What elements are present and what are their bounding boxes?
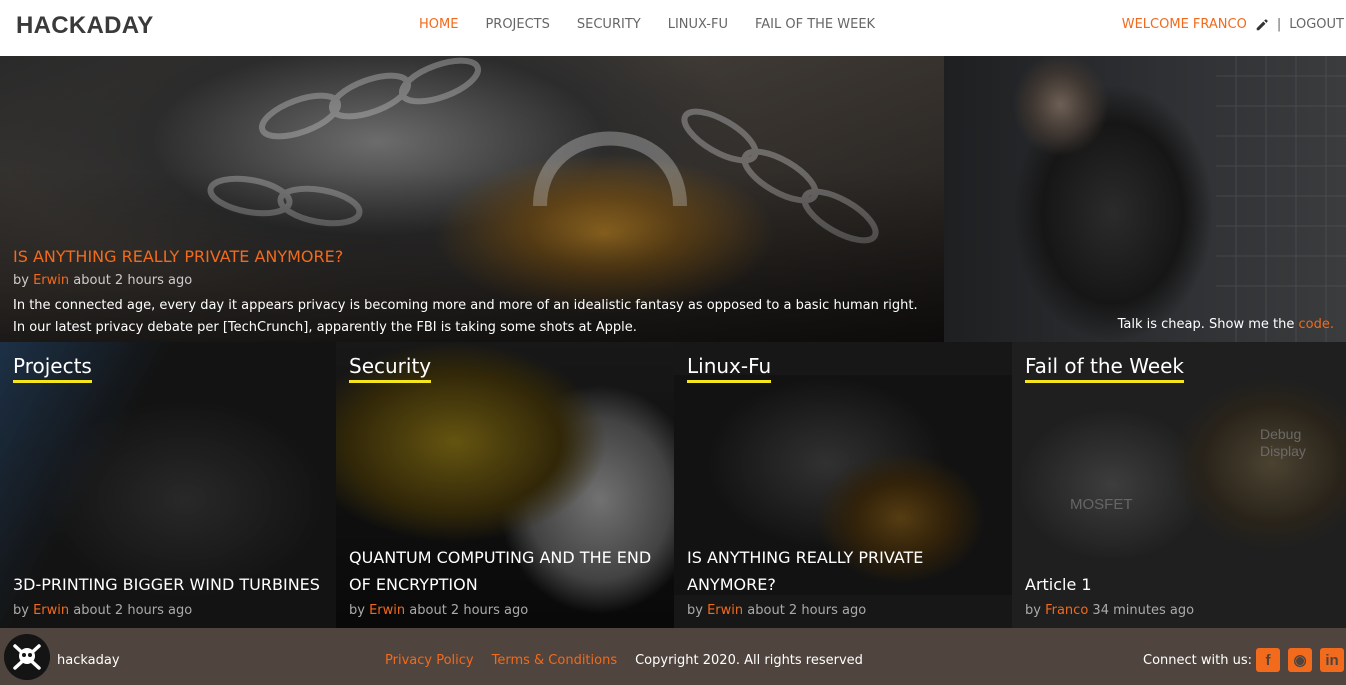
social-links: f ◉ in	[1256, 648, 1344, 672]
hero-author[interactable]: Erwin	[33, 273, 69, 288]
hero-excerpt: In the connected age, every day it appea…	[13, 295, 953, 339]
card-time: about 2 hours ago	[747, 603, 867, 618]
nav-projects[interactable]: PROJECTS	[485, 17, 549, 32]
card-author[interactable]: Franco	[1045, 603, 1088, 618]
card-security[interactable]: Security QUANTUM COMPUTING AND THE END O…	[336, 342, 674, 628]
card-byline: by Erwin about 2 hours ago	[13, 603, 192, 618]
card-title[interactable]: 3D-PRINTING BIGGER WIND TURBINES	[13, 571, 328, 598]
facebook-icon[interactable]: f	[1256, 648, 1280, 672]
hero-time: about 2 hours ago	[73, 273, 193, 288]
card-byline: by Erwin about 2 hours ago	[349, 603, 528, 618]
card-author[interactable]: Erwin	[707, 603, 743, 618]
card-time: about 2 hours ago	[73, 603, 193, 618]
nav-home[interactable]: HOME	[419, 17, 458, 32]
github-icon[interactable]: ◉	[1288, 648, 1312, 672]
hero-excerpt-line-1: In the connected age, every day it appea…	[13, 298, 918, 313]
card-time: about 2 hours ago	[409, 603, 529, 618]
welcome-user[interactable]: WELCOME FRANCO	[1122, 17, 1247, 32]
site-logo[interactable]: HACKADAY	[16, 12, 154, 40]
skull-crossbones-icon[interactable]	[4, 634, 50, 680]
card-category[interactable]: Fail of the Week	[1025, 354, 1185, 383]
terms-link[interactable]: Terms & Conditions	[492, 653, 618, 668]
connect-label: Connect with us:	[1143, 653, 1252, 668]
nav-fail-of-the-week[interactable]: FAIL OF THE WEEK	[755, 17, 875, 32]
logout-link[interactable]: LOGOUT	[1289, 17, 1344, 32]
card-fail-of-the-week[interactable]: MOSFET Debug Display Fail of the Week Ar…	[1012, 342, 1346, 628]
footer-site-name[interactable]: hackaday	[57, 653, 120, 668]
copyright-text: Copyright 2020. All rights reserved	[635, 653, 863, 668]
card-title[interactable]: QUANTUM COMPUTING AND THE END OF ENCRYPT…	[349, 544, 666, 598]
site-header: HACKADAY HOME PROJECTS SECURITY LINUX-FU…	[0, 0, 1346, 56]
menu-separator: |	[1276, 17, 1282, 32]
server-rack-image	[1216, 56, 1346, 342]
card-byline: by Franco 34 minutes ago	[1025, 603, 1194, 618]
nav-security[interactable]: SECURITY	[577, 17, 641, 32]
main-nav: HOME PROJECTS SECURITY LINUX-FU FAIL OF …	[419, 17, 875, 32]
card-title[interactable]: Article 1	[1025, 571, 1338, 598]
footer-links: Privacy Policy Terms & Conditions Copyri…	[385, 653, 863, 668]
card-projects[interactable]: Projects 3D-PRINTING BIGGER WIND TURBINE…	[0, 342, 336, 628]
card-category[interactable]: Linux-Fu	[687, 354, 772, 383]
privacy-policy-link[interactable]: Privacy Policy	[385, 653, 474, 668]
byline-prefix: by	[13, 603, 29, 618]
byline-prefix: by	[687, 603, 703, 618]
nav-linux-fu[interactable]: LINUX-FU	[668, 17, 728, 32]
byline-prefix: by	[13, 273, 29, 288]
card-byline: by Erwin about 2 hours ago	[687, 603, 866, 618]
pencil-icon[interactable]	[1255, 18, 1269, 32]
user-menu: WELCOME FRANCO | LOGOUT	[1122, 17, 1344, 32]
hero-excerpt-line-2: In our latest privacy debate per [TechCr…	[13, 320, 637, 335]
card-author[interactable]: Erwin	[369, 603, 405, 618]
hero-byline: by Erwin about 2 hours ago	[13, 273, 192, 288]
card-author[interactable]: Erwin	[33, 603, 69, 618]
code-link[interactable]: code.	[1299, 317, 1334, 332]
card-category[interactable]: Projects	[13, 354, 92, 383]
card-title[interactable]: IS ANYTHING REALLY PRIVATE ANYMORE?	[687, 544, 1004, 598]
quote-text: Talk is cheap. Show me the	[1117, 317, 1295, 332]
hero-title[interactable]: IS ANYTHING REALLY PRIVATE ANYMORE?	[13, 247, 343, 266]
linkedin-icon[interactable]: in	[1320, 648, 1344, 672]
side-quote: Talk is cheap. Show me the code.	[1118, 317, 1334, 332]
card-linux-fu[interactable]: Linux-Fu IS ANYTHING REALLY PRIVATE ANYM…	[674, 342, 1012, 628]
card-time: 34 minutes ago	[1092, 603, 1195, 618]
byline-prefix: by	[349, 603, 365, 618]
site-footer: hackaday Privacy Policy Terms & Conditio…	[0, 628, 1346, 685]
card-category[interactable]: Security	[349, 354, 432, 383]
side-quote-panel: Talk is cheap. Show me the code.	[944, 56, 1346, 342]
byline-prefix: by	[1025, 603, 1041, 618]
